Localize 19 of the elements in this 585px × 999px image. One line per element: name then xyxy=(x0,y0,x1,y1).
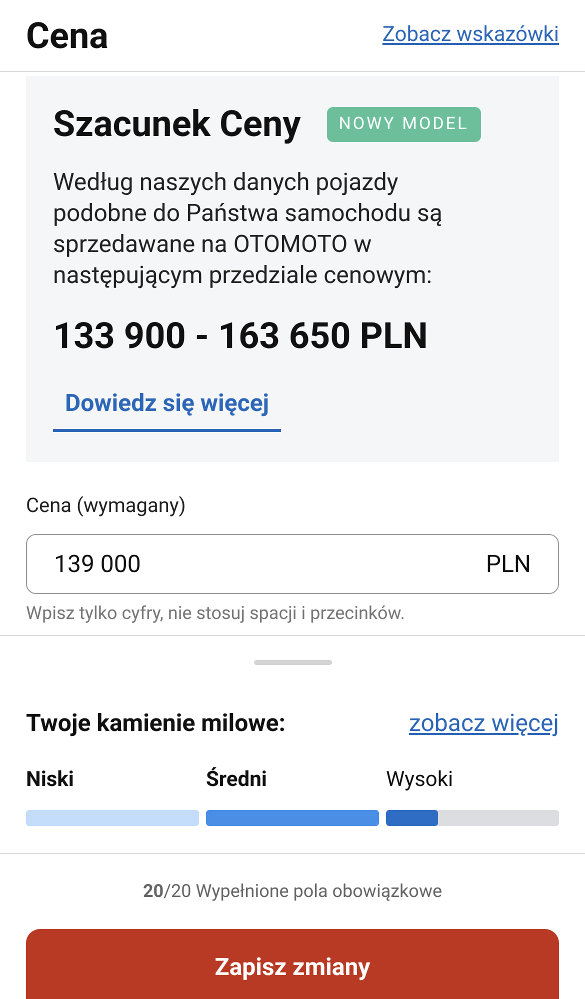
price-label: Cena (wymagany) xyxy=(26,492,187,519)
required-fields-count: 20/20 Wypełnione pola obowiązkowe xyxy=(142,880,442,904)
see-more-link[interactable]: zobacz więcej xyxy=(409,704,559,740)
estimate-title: Szacunek Ceny xyxy=(53,102,301,147)
page-title: Cena xyxy=(26,14,108,58)
milestone-label: Niski xyxy=(26,766,75,794)
currency-unit: PLN xyxy=(486,549,531,580)
milestones-title: Twoje kamienie milowe: xyxy=(26,708,286,738)
price-field[interactable]: 139 000 PLN xyxy=(26,534,559,594)
milestone-label: Wysoki xyxy=(386,766,454,794)
hints-link[interactable]: Zobacz wskazówki xyxy=(382,20,559,52)
learn-more-link[interactable]: Dowiedz się więcej xyxy=(53,385,282,432)
new-model-badge: NOWY MODEL xyxy=(326,106,481,142)
drag-handle[interactable] xyxy=(254,660,332,664)
price-range: 133 900 - 163 650 PLN xyxy=(53,314,429,359)
price-hint: Wpisz tylko cyfry, nie stosuj spacji i przecinków. xyxy=(26,602,406,626)
estimate-description: Według naszych danych pojazdy podobne do Państwa samochodu są sprzedawane na OTOMOTO w następującym przedziale cenowym: xyxy=(53,167,444,291)
milestone-label: Średni xyxy=(206,766,268,794)
save-button[interactable]: Zapisz zmiany xyxy=(26,929,559,999)
